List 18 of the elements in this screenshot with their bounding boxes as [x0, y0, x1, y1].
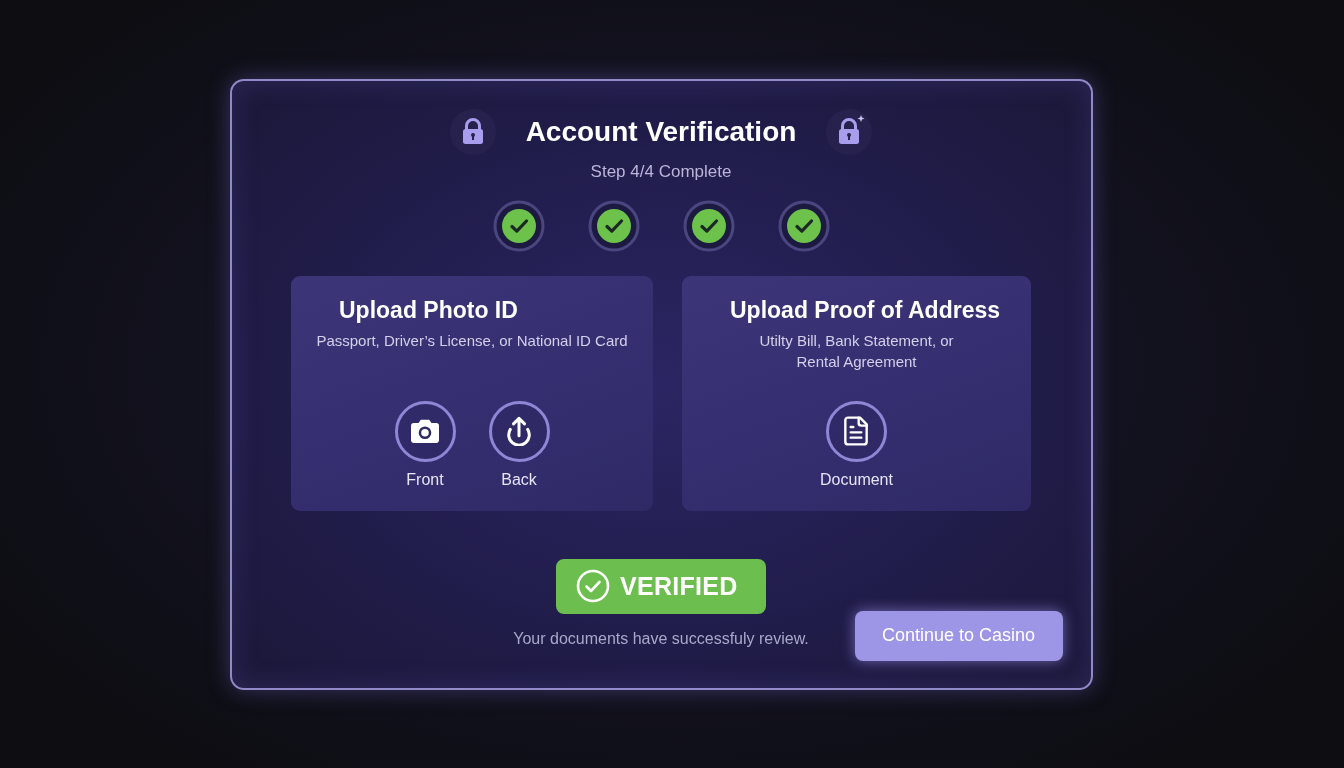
lock-icon [449, 108, 496, 155]
panel-description: Passport, Driver’s License, or National ID Card [316, 330, 628, 351]
continue-button[interactable]: Continue to Casino [854, 610, 1063, 661]
upload-label: Front [406, 469, 444, 490]
upload-icon [505, 416, 533, 446]
upload-label: Document [820, 469, 893, 490]
check-circle-icon [576, 569, 610, 603]
badge-label: VERIFIED [620, 571, 738, 601]
step-progress-text: Step 4/4 Complete [590, 161, 732, 182]
upload-label: Back [501, 469, 537, 490]
panel-description: Utilty Bill, Bank Statement, or Rental Agreement [759, 330, 954, 372]
status-message: Your documents have successfuly review. [513, 628, 809, 649]
camera-icon [411, 419, 439, 443]
page-title: Account Verification [525, 115, 797, 148]
document-icon [844, 416, 869, 446]
lock-sparkle-icon [826, 108, 873, 155]
panel-title: Upload Proof of Address [729, 295, 1001, 324]
panel-title: Upload Photo ID [338, 295, 518, 324]
